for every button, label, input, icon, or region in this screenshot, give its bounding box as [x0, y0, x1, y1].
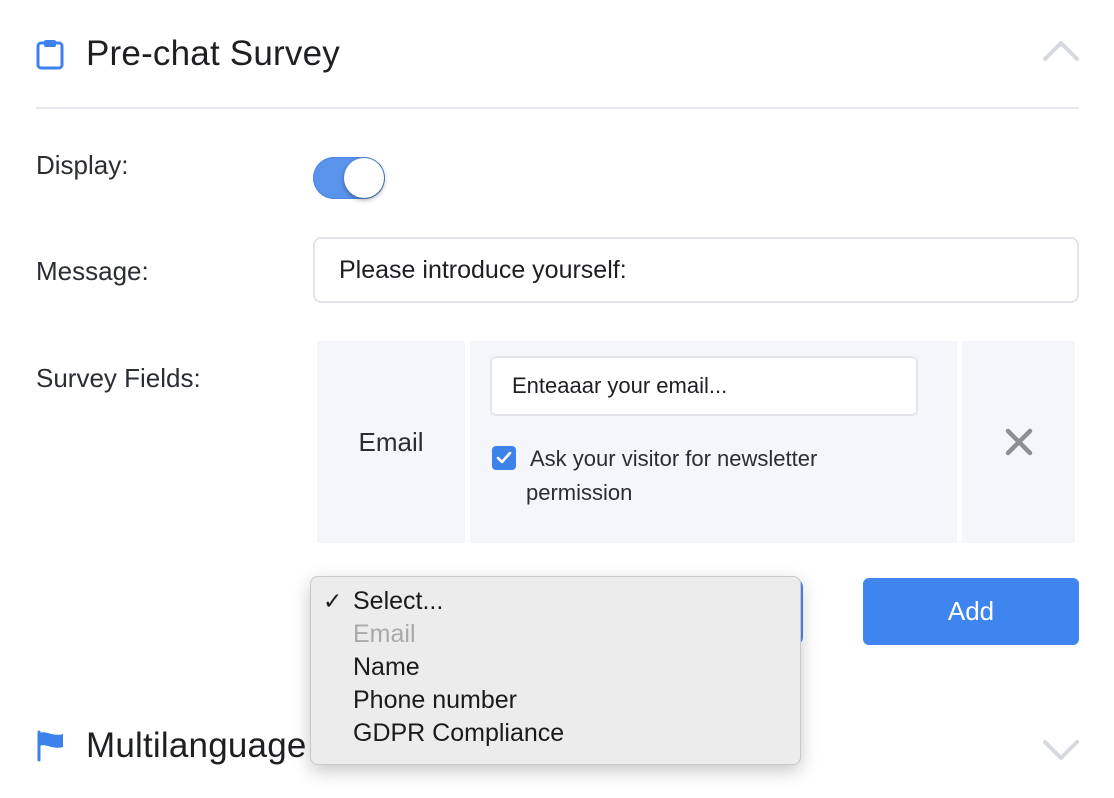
survey-fields-label: Survey Fields: — [36, 363, 201, 393]
option-label: Select... — [353, 587, 444, 615]
multilanguage-section-title: Multilanguage — [86, 726, 307, 765]
clipboard-icon — [36, 38, 64, 70]
chevron-down-icon[interactable] — [1043, 738, 1079, 762]
checkmark-icon: ✓ — [323, 588, 343, 614]
field-config-cell: Ask your visitor for newsletter permissi… — [470, 341, 957, 543]
chevron-up-icon[interactable] — [1043, 38, 1079, 62]
prechat-section-header[interactable]: Pre-chat Survey — [36, 20, 1079, 88]
flag-icon — [36, 730, 66, 762]
field-placeholder-input[interactable] — [490, 356, 918, 416]
field-type-dropdown: ✓ Select... Email Name Phone number GDPR… — [310, 576, 801, 765]
display-toggle[interactable] — [313, 157, 385, 199]
field-remove-cell — [962, 341, 1075, 543]
add-button[interactable]: Add — [863, 578, 1079, 645]
toggle-knob — [344, 158, 384, 198]
newsletter-label-line2: permission — [526, 480, 633, 505]
option-label: Name — [353, 653, 420, 681]
option-label: Email — [353, 620, 416, 648]
dropdown-option[interactable]: GDPR Compliance — [311, 717, 800, 750]
message-label: Message: — [36, 256, 149, 286]
option-label: GDPR Compliance — [353, 719, 565, 747]
display-label: Display: — [36, 150, 129, 180]
section-divider — [36, 107, 1079, 109]
newsletter-checkbox[interactable] — [492, 446, 516, 470]
page: Pre-chat Survey Display: Message: Survey… — [0, 0, 1114, 798]
dropdown-option[interactable]: ✓ Select... — [311, 585, 800, 618]
option-label: Phone number — [353, 686, 518, 714]
dropdown-option[interactable]: Phone number — [311, 684, 800, 717]
field-name: Email — [358, 426, 424, 457]
dropdown-option: Email — [311, 618, 800, 651]
prechat-section-title: Pre-chat Survey — [86, 34, 340, 73]
field-name-cell: Email — [317, 341, 465, 543]
newsletter-label-line1: Ask your visitor for newsletter — [530, 446, 818, 471]
remove-field-button[interactable] — [1002, 425, 1036, 459]
checkmark-icon — [496, 451, 512, 464]
newsletter-label[interactable]: Ask your visitor for newsletter permissi… — [526, 442, 910, 510]
close-icon — [1005, 428, 1032, 456]
dropdown-option[interactable]: Name — [311, 651, 800, 684]
message-input[interactable] — [313, 237, 1079, 303]
